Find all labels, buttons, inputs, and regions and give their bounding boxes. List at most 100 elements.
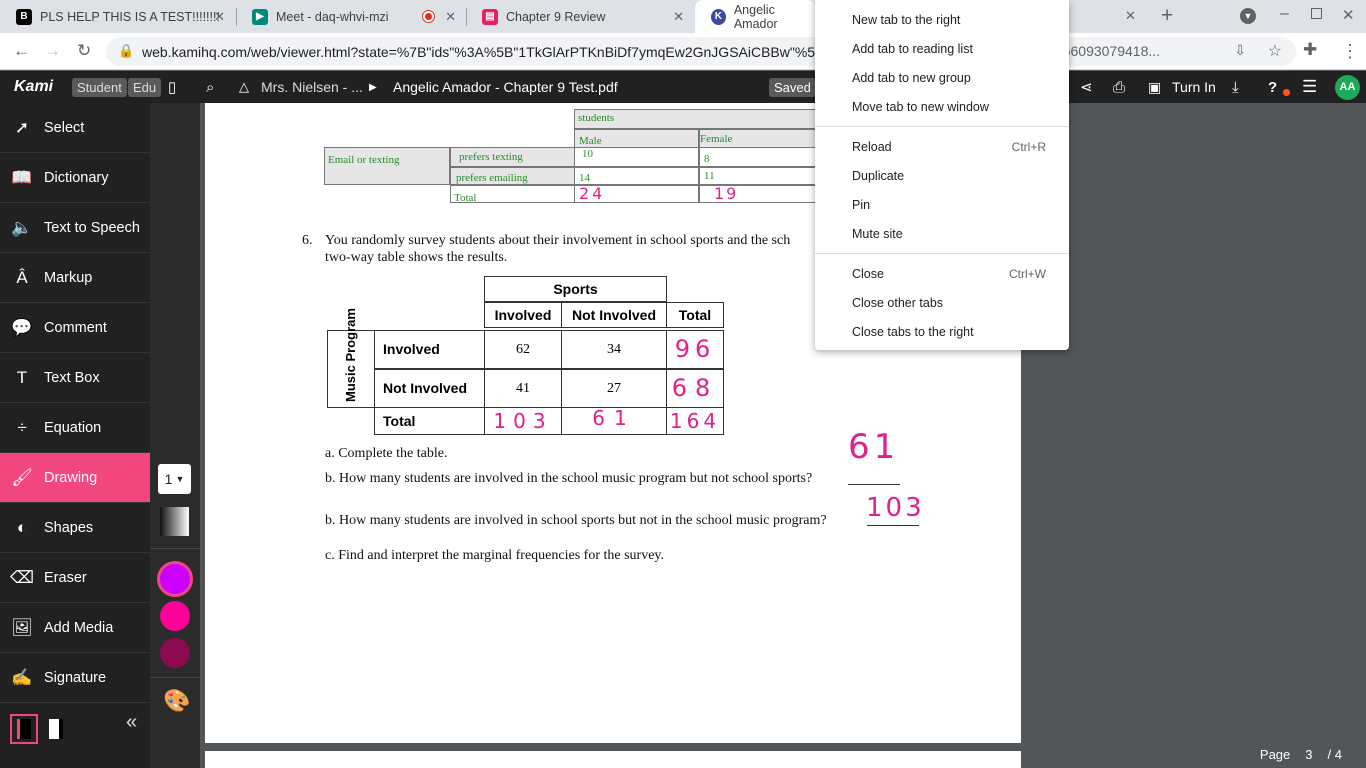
comment-icon: 💬 <box>11 317 33 337</box>
menu-pin[interactable]: Pin <box>815 190 1069 219</box>
menu-move-new-window[interactable]: Move tab to new window <box>815 92 1069 121</box>
edu-badge: Edu <box>128 77 162 97</box>
menu-shortcut: Ctrl+W <box>1009 266 1046 281</box>
search-icon[interactable]: ⌕ <box>206 71 214 103</box>
color-swatch-pink[interactable] <box>160 601 190 631</box>
cell-value: 10 <box>582 148 593 160</box>
palette-icon[interactable]: 🎨 <box>163 688 190 714</box>
table-header-cell: students <box>574 109 834 129</box>
tab-kami-active[interactable]: K Angelic Amador <box>695 0 815 33</box>
row-not-involved: Not Involved <box>374 369 485 408</box>
cell-value: 41 <box>484 369 562 408</box>
table-cell: Email or texting <box>324 147 450 185</box>
recording-icon <box>423 11 434 22</box>
brush-size-select[interactable]: 1 ▼ <box>158 464 191 494</box>
tool-select[interactable]: ➚ Select <box>0 103 150 153</box>
tool-text-to-speech[interactable]: 🔈 Text to Speech <box>0 203 150 253</box>
forward-icon[interactable]: → <box>44 41 61 61</box>
window-close-icon[interactable]: ✕ <box>1342 6 1355 24</box>
sidebar-toggle-icon[interactable]: ▯ <box>168 71 176 103</box>
turn-in-button[interactable]: Turn In <box>1172 71 1216 103</box>
tab-title: PLS HELP THIS IS A TEST!!!!!!!! <box>40 9 220 24</box>
back-icon[interactable]: ← <box>13 41 30 61</box>
tool-equation[interactable]: ÷ Equation <box>0 403 150 453</box>
menu-close-other-tabs[interactable]: Close other tabs <box>815 288 1069 317</box>
menu-new-tab-right[interactable]: New tab to the right <box>815 5 1069 34</box>
dark-mode-icon <box>17 719 31 739</box>
brush-size-value: 1 <box>164 471 173 487</box>
divider <box>327 407 375 408</box>
minimize-icon[interactable]: – <box>1280 5 1289 23</box>
color-swatch-purple[interactable] <box>157 561 193 597</box>
close-icon[interactable]: ✕ <box>445 9 456 25</box>
document-title[interactable]: Angelic Amador - Chapter 9 Test.pdf <box>393 71 618 103</box>
page-indicator: Page 3 / 4 <box>1260 747 1342 762</box>
question-b1: b. How many students are involved in the… <box>325 471 813 486</box>
color-swatch-maroon[interactable] <box>160 638 190 668</box>
extensions-icon[interactable]: ✚ <box>1303 40 1317 60</box>
tab-brainly[interactable]: B PLS HELP THIS IS A TEST!!!!!!!! ✕ <box>0 0 235 33</box>
avatar[interactable]: AA <box>1335 74 1360 100</box>
menu-mute-site[interactable]: Mute site <box>815 219 1069 248</box>
menu-add-new-group[interactable]: Add tab to new group <box>815 63 1069 92</box>
download-icon[interactable]: ⤓ <box>1232 71 1239 103</box>
answer-line <box>867 525 919 526</box>
close-icon[interactable]: ✕ <box>214 9 225 25</box>
tool-eraser[interactable]: ⌫ Eraser <box>0 553 150 603</box>
tool-label: Drawing <box>44 469 98 486</box>
close-icon[interactable]: ✕ <box>1125 8 1136 24</box>
tool-label: Eraser <box>44 569 87 586</box>
close-icon[interactable]: ✕ <box>673 9 684 25</box>
tool-signature[interactable]: ✍ Signature <box>0 653 150 703</box>
page-current-input[interactable]: 3 <box>1294 747 1324 762</box>
handwritten-answer-b1: 61 <box>848 427 900 467</box>
tool-text-box[interactable]: T Text Box <box>0 353 150 403</box>
bookmark-star-icon[interactable]: ☆ <box>1268 41 1282 61</box>
brush-icon: 🖌 <box>11 467 33 487</box>
theme-light-toggle[interactable] <box>44 716 68 742</box>
cell-value: 14 <box>579 172 590 184</box>
table-cell: prefers texting <box>450 147 575 167</box>
tab-meet[interactable]: ▶ Meet - daq-whvi-mzi ✕ <box>236 0 466 33</box>
menu-label: Duplicate <box>852 168 905 183</box>
hamburger-menu-icon[interactable]: ☰ <box>1302 71 1317 103</box>
menu-add-reading-list[interactable]: Add tab to reading list <box>815 34 1069 63</box>
table-cell: 10 <box>574 147 699 167</box>
breadcrumb-folder[interactable]: Mrs. Nielsen - ... <box>261 71 363 103</box>
col-not-involved: Not Involved <box>561 302 667 328</box>
next-pdf-page[interactable] <box>205 751 1021 768</box>
menu-duplicate[interactable]: Duplicate <box>815 161 1069 190</box>
tool-comment[interactable]: 💬 Comment <box>0 303 150 353</box>
table-cell: Male <box>574 129 699 148</box>
row-group: Email or texting <box>328 154 400 166</box>
restore-icon[interactable] <box>1311 8 1322 19</box>
print-icon[interactable]: ⎙ <box>1113 71 1125 103</box>
theme-dark-toggle[interactable] <box>10 714 38 744</box>
menu-close-tabs-right[interactable]: Close tabs to the right <box>815 317 1069 346</box>
reload-icon[interactable]: ↻ <box>77 41 91 61</box>
row-total: Total <box>374 407 485 435</box>
menu-reload[interactable]: Reload Ctrl+R <box>815 132 1069 161</box>
question-a: a. Complete the table. <box>325 446 448 461</box>
new-tab-icon[interactable]: + <box>1161 4 1173 28</box>
handwritten-value: 164 <box>666 407 724 435</box>
collapse-sidebar-icon[interactable]: « <box>126 711 137 734</box>
tool-dictionary[interactable]: 📖 Dictionary <box>0 153 150 203</box>
menu-close[interactable]: Close Ctrl+W <box>815 259 1069 288</box>
tool-add-media[interactable]: 🖼 Add Media <box>0 603 150 653</box>
tool-drawing[interactable]: 🖌 Drawing <box>0 453 150 503</box>
help-icon[interactable]: ? <box>1268 71 1277 103</box>
menu-dots-icon[interactable]: ⋮ <box>1341 37 1359 65</box>
drive-icon: △ <box>239 79 249 94</box>
tab-search-icon[interactable]: ▼ <box>1240 8 1256 24</box>
share-icon[interactable]: ⋖ <box>1080 71 1093 103</box>
opacity-slider[interactable] <box>160 507 189 536</box>
tool-markup[interactable]: Â Markup <box>0 253 150 303</box>
install-icon[interactable]: ⇩ <box>1234 42 1246 59</box>
cell-value: 8 <box>704 153 710 165</box>
tool-shapes[interactable]: ◐ Shapes <box>0 503 150 553</box>
save-icon[interactable]: ▣ <box>1148 71 1161 103</box>
tab-chapter-review[interactable]: ▤ Chapter 9 Review ✕ <box>466 0 694 33</box>
menu-label: Add tab to new group <box>852 70 971 85</box>
address-bar[interactable]: 🔒 web.kamihq.com/web/viewer.html?state=%… <box>106 37 1296 66</box>
